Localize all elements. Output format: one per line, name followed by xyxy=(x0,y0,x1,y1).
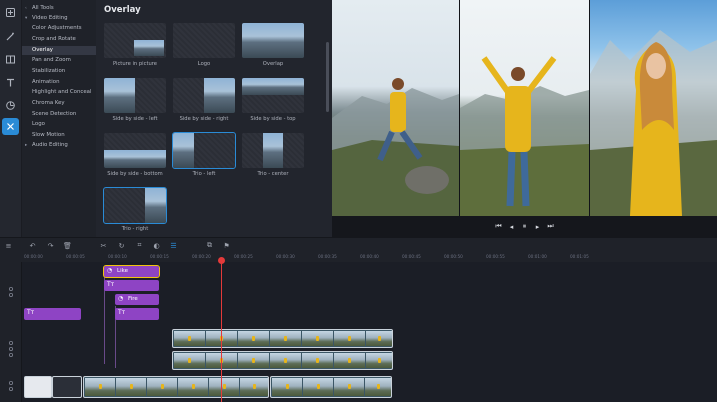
track-headers xyxy=(0,262,22,402)
main-video-clip[interactable] xyxy=(270,376,392,398)
timeline-toolbar: ≡ ↶ ↷ 🗑 ✂ ↻ ⌗ ◐ ☰ ⧉ ⚑ xyxy=(0,237,717,252)
preview-segment-left xyxy=(332,0,459,216)
tool-item-slow-motion[interactable]: Slow Motion xyxy=(22,131,96,140)
overlay-video-clip[interactable] xyxy=(172,351,393,370)
tool-rail xyxy=(0,0,22,237)
panel-scrollbar[interactable] xyxy=(326,42,329,112)
playhead[interactable] xyxy=(221,258,222,402)
color-adjust-icon[interactable]: ◐ xyxy=(151,240,162,251)
tool-item-all-tools[interactable]: ‹ All Tools xyxy=(22,4,96,13)
marker-icon[interactable]: ⚑ xyxy=(221,240,232,251)
title-icon: Tт xyxy=(107,281,115,288)
overlay-icon[interactable]: ⧉ xyxy=(204,240,215,251)
panel-title: Overlay xyxy=(104,5,141,15)
overlay-thumbnail xyxy=(242,23,304,58)
cut-icon[interactable]: ✂ xyxy=(98,240,109,251)
skip-start-icon[interactable]: ⏮ xyxy=(495,222,502,231)
overlay-thumbnail xyxy=(173,78,235,113)
overlay-thumbnail xyxy=(104,78,166,113)
frame-back-icon[interactable]: ◂ xyxy=(508,223,515,231)
delete-icon[interactable]: 🗑 xyxy=(62,240,73,251)
video-preview: ⏮ ◂ ⏸ ▸ ⏭ xyxy=(332,0,717,237)
overlay-thumbnail xyxy=(242,78,304,113)
more-tools-icon[interactable] xyxy=(2,118,19,135)
main-video-clip[interactable] xyxy=(83,376,269,398)
timeline-ruler[interactable]: 00:00:00 00:00:05 00:00:10 00:00:15 00:0… xyxy=(0,252,717,262)
transition-clip[interactable] xyxy=(52,376,82,398)
stickers-icon[interactable] xyxy=(2,97,19,114)
undo-icon[interactable]: ↶ xyxy=(27,240,38,251)
import-icon[interactable] xyxy=(2,4,19,21)
chevron-right-icon: ▸ xyxy=(25,143,28,148)
title-icon: Tт xyxy=(118,309,126,316)
overlay-thumbnail xyxy=(242,133,304,168)
preview-segment-right xyxy=(590,0,717,216)
overlay-thumbnail xyxy=(173,23,235,58)
chevron-left-icon: ‹ xyxy=(25,6,27,11)
tool-item-scene-detection[interactable]: Scene Detection xyxy=(22,110,96,119)
title-icon: Tт xyxy=(27,309,35,316)
redo-icon[interactable]: ↷ xyxy=(45,240,56,251)
sticker-clip-like[interactable]: ◔ Like xyxy=(103,265,160,278)
tool-item-logo[interactable]: Logo xyxy=(22,120,96,129)
rotate-icon[interactable]: ↻ xyxy=(116,240,127,251)
frame-forward-icon[interactable]: ▸ xyxy=(534,223,541,231)
tool-item-stabilization[interactable]: Stabilization xyxy=(22,67,96,76)
skip-end-icon[interactable]: ⏭ xyxy=(547,222,554,231)
tool-item-pan-and-zoom[interactable]: Pan and Zoom xyxy=(22,56,96,65)
overlay-thumbnail xyxy=(104,133,166,168)
magic-wand-icon[interactable] xyxy=(2,28,19,45)
overlay-thumbnail xyxy=(103,187,167,224)
timeline-menu-icon[interactable]: ≡ xyxy=(3,240,14,251)
tool-item-overlay[interactable]: Overlay xyxy=(22,46,96,55)
pause-icon[interactable]: ⏸ xyxy=(521,222,528,231)
overlay-video-clip[interactable] xyxy=(172,329,393,348)
overlay-panel: Overlay Picture in picture Logo Overlap … xyxy=(96,0,332,237)
crop-icon[interactable]: ⌗ xyxy=(134,240,145,251)
tool-item-crop-and-rotate[interactable]: Crop and Rotate xyxy=(22,35,96,44)
tool-item-color-adjustments[interactable]: Color Adjustments xyxy=(22,24,96,33)
overlay-thumbnail xyxy=(104,23,166,58)
titles-icon[interactable] xyxy=(2,74,19,91)
intro-clip[interactable] xyxy=(24,376,52,398)
player-controls: ⏮ ◂ ⏸ ▸ ⏭ xyxy=(332,216,717,237)
clip-properties-icon[interactable]: ☰ xyxy=(168,240,179,251)
tool-item-chroma-key[interactable]: Chroma Key xyxy=(22,99,96,108)
title-clip[interactable]: Tт xyxy=(104,280,159,291)
tool-item-animation[interactable]: Animation xyxy=(22,78,96,87)
sticker-icon: ◔ xyxy=(118,295,124,302)
preview-segment-center xyxy=(460,0,589,216)
title-clip[interactable]: Tт xyxy=(115,308,159,320)
tool-item-video-editing[interactable]: ▾ Video Editing xyxy=(22,14,96,23)
transitions-icon[interactable] xyxy=(2,51,19,68)
timeline-tracks: ◔ Like Tт ◔ Fire Tт Tт xyxy=(0,262,717,402)
tools-list: ‹ All Tools ▾ Video Editing Color Adjustme… xyxy=(22,0,96,237)
title-clip[interactable]: Tт xyxy=(24,308,81,320)
sticker-icon: ◔ xyxy=(107,267,113,274)
chevron-down-icon: ▾ xyxy=(25,16,28,21)
tool-item-highlight-and-conceal[interactable]: Highlight and Conceal xyxy=(22,88,96,97)
sticker-clip-fire[interactable]: ◔ Fire xyxy=(115,294,159,305)
tool-item-audio-editing[interactable]: ▸ Audio Editing xyxy=(22,141,96,150)
video-editor-app: ‹ All Tools ▾ Video Editing Color Adjustme… xyxy=(0,0,717,402)
overlay-thumbnail xyxy=(172,132,236,169)
